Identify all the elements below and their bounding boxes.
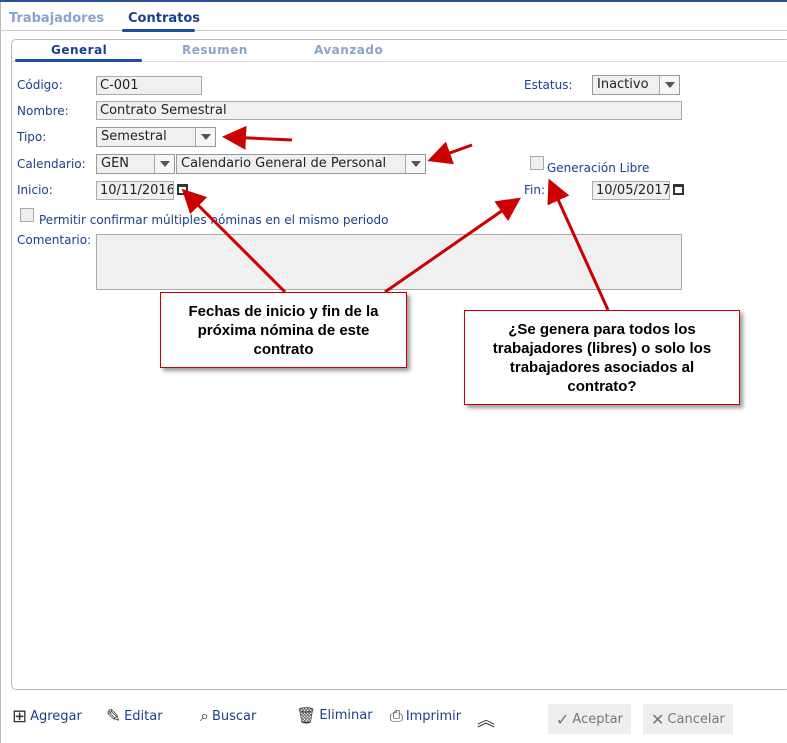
tipo-select[interactable]: Semestral <box>96 127 216 147</box>
eliminar-label: Eliminar <box>319 708 373 723</box>
collapse-button[interactable]: ︽ <box>477 706 495 732</box>
tab-divider <box>0 30 787 31</box>
estatus-select[interactable]: Inactivo <box>592 75 680 95</box>
calendario-code-value: GEN <box>101 156 130 171</box>
permitir-checkbox[interactable] <box>20 208 34 222</box>
comentario-textarea[interactable] <box>96 234 682 290</box>
fin-label: Fin: <box>524 183 546 197</box>
cancelar-label: Cancelar <box>667 711 725 727</box>
tipo-label: Tipo: <box>17 130 47 144</box>
chevron-down-icon <box>405 155 425 173</box>
active-subtab-indicator <box>15 59 142 62</box>
editar-label: Editar <box>124 709 163 724</box>
chevron-down-icon <box>195 128 215 146</box>
nombre-label: Nombre: <box>17 104 69 118</box>
tab-contratos[interactable]: Contratos <box>128 11 200 26</box>
calendario-name-select[interactable]: Calendario General de Personal <box>176 154 426 174</box>
imprimir-button[interactable]: ⎙ Imprimir <box>390 706 461 726</box>
subtab-general[interactable]: General <box>51 43 107 57</box>
editar-button[interactable]: ✎ Editar <box>106 706 163 727</box>
calendario-code-select[interactable]: GEN <box>96 154 175 174</box>
edit-icon: ✎ <box>106 706 122 727</box>
imprimir-label: Imprimir <box>405 708 462 724</box>
codigo-field[interactable]: C-001 <box>96 76 202 95</box>
double-chevron-up-icon: ︽ <box>477 710 495 731</box>
tipo-value: Semestral <box>101 129 167 144</box>
check-icon: ✓ <box>556 709 570 729</box>
comentario-label: Comentario: <box>17 233 92 247</box>
tab-trabajadores[interactable]: Trabajadores <box>9 11 104 26</box>
callout-fechas: Fechas de inicio y fin de la próxima nóm… <box>160 292 407 368</box>
active-tab-indicator <box>122 29 195 32</box>
inicio-date-field[interactable]: 10/11/2016 <box>96 181 174 200</box>
estatus-label: Estatus: <box>524 78 573 92</box>
calendar-icon[interactable] <box>673 184 684 195</box>
callout-generacion: ¿Se genera para todos los trabajadores (… <box>464 310 740 405</box>
calendario-name-value: Calendario General de Personal <box>181 156 387 171</box>
add-icon: ⊞ <box>12 706 28 727</box>
close-icon: ✕ <box>651 709 665 729</box>
nombre-field[interactable]: Contrato Semestral <box>96 101 682 120</box>
permitir-label: Permitir confirmar múltiples nóminas en … <box>39 213 389 227</box>
estatus-value: Inactivo <box>597 77 649 92</box>
eliminar-button[interactable]: 🗑 Eliminar <box>296 706 373 725</box>
subtab-resumen[interactable]: Resumen <box>182 43 248 57</box>
aceptar-button[interactable]: ✓ Aceptar <box>548 704 631 734</box>
inicio-label: Inicio: <box>17 183 53 197</box>
generacion-libre-checkbox[interactable] <box>530 156 544 170</box>
chevron-down-icon <box>659 76 679 94</box>
codigo-label: Código: <box>17 78 63 92</box>
agregar-button[interactable]: ⊞ Agregar <box>12 706 82 727</box>
subtab-avanzado[interactable]: Avanzado <box>314 43 383 57</box>
generacion-libre-label: Generación Libre <box>547 161 650 175</box>
printer-icon: ⎙ <box>390 706 403 725</box>
calendar-icon[interactable] <box>177 184 188 195</box>
calendario-label: Calendario: <box>17 157 86 171</box>
agregar-label: Agregar <box>30 709 82 724</box>
search-icon: ⌕ <box>200 706 209 725</box>
buscar-label: Buscar <box>211 708 257 724</box>
fin-date-field[interactable]: 10/05/2017 <box>592 181 670 200</box>
chevron-down-icon <box>154 155 174 173</box>
buscar-button[interactable]: ⌕ Buscar <box>200 706 256 726</box>
cancelar-button[interactable]: ✕ Cancelar <box>643 704 733 734</box>
trash-icon: 🗑 <box>296 706 317 725</box>
aceptar-label: Aceptar <box>572 711 623 727</box>
